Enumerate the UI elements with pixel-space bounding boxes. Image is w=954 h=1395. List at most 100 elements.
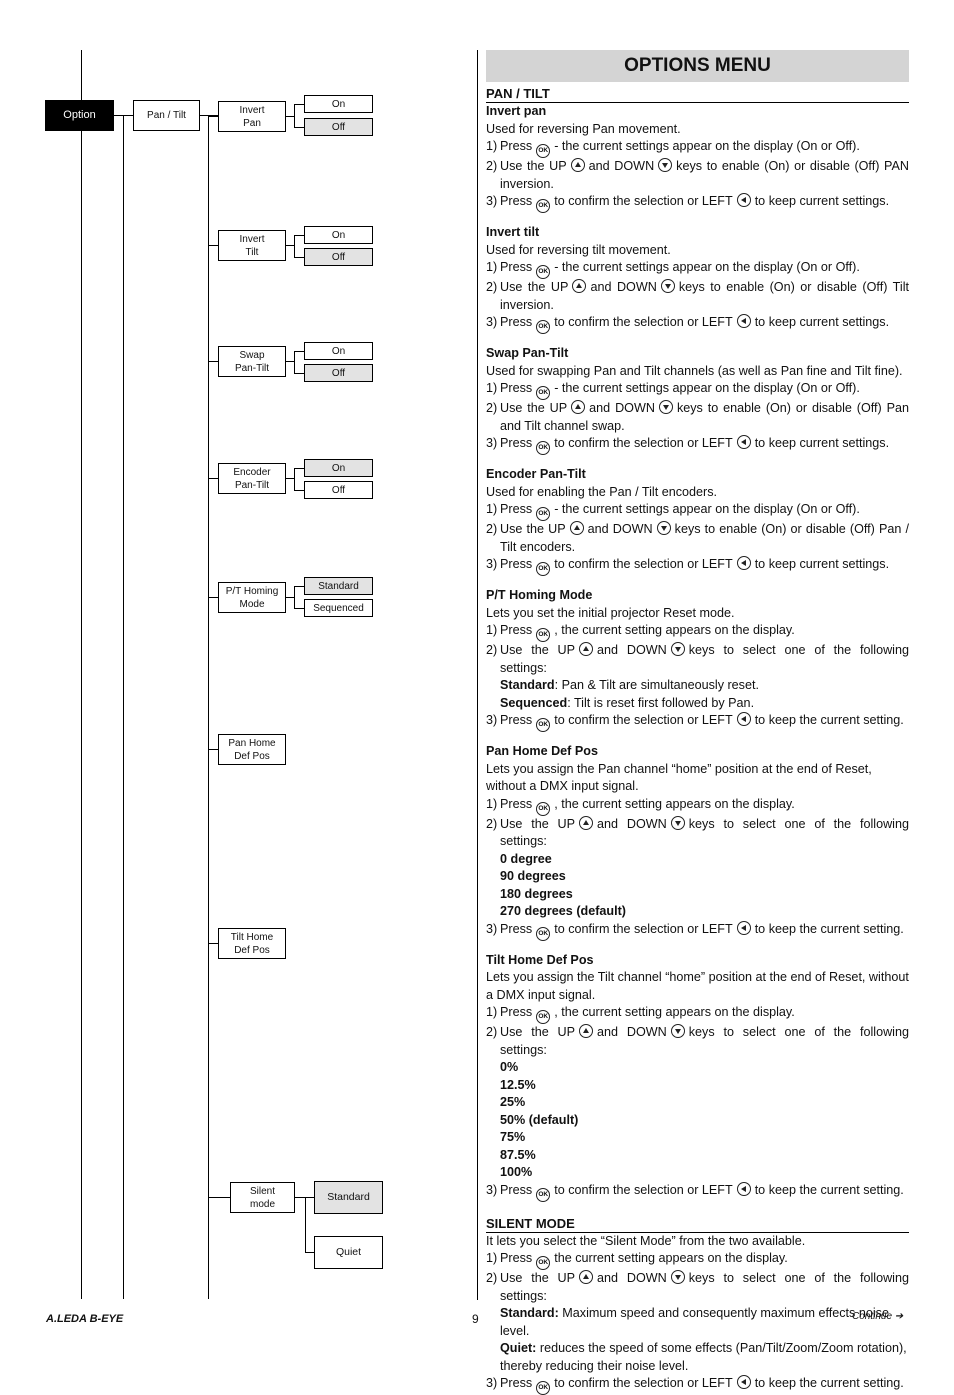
down-key-icon [656,521,671,535]
item-intro: Lets you set the initial projector Reset… [486,605,735,620]
step-text: Use the UP and DOWN keys to select one of … [500,815,909,848]
step-item: 2) Use the UP and DOWN keys to enable (On) … [486,400,909,435]
menu-node-pan-home-def-pos[interactable]: Pan Home Def Pos [218,734,286,765]
step-item: 1)Press- the current settings appear on … [486,138,909,158]
step-item: 2) Use the UP and DOWN keys to enable (On) … [486,158,909,193]
option-line: Quiet: reduces the speed of some effects… [500,1341,907,1373]
page-number: 9 [472,1312,479,1326]
ok-key-icon [536,718,551,732]
step-number: 2) [486,1025,498,1039]
step-item: 2) Use the UP and DOWN keys to select one o… [486,815,909,851]
menu-option-on[interactable]: On [304,95,373,113]
option-line: 12.5% [500,1077,536,1092]
step-item: 3)Pressto confirm the selection or LEFTt… [486,435,909,455]
step-number: 3) [486,1182,498,1197]
option-line: Standard: Maximum speed and consequently… [500,1306,889,1338]
step-number: 3) [486,713,498,727]
menu-option-on[interactable]: On [304,459,373,477]
option-root-node[interactable]: Option [45,100,114,131]
step-number: 1) [486,381,498,395]
menu-node-silent-mode[interactable]: Silent mode [230,1182,295,1213]
step-text: Pressto confirm the selection or LEFTto … [500,712,909,732]
step-item: 2) Use the UP and DOWN keys to enable (On) … [486,279,909,314]
ok-key-icon [536,441,551,455]
doc-block-tilthome: Tilt Home Def Pos Lets you assign the Til… [486,952,909,1202]
menu-option-off[interactable]: Off [304,481,373,499]
option-line: 180 degrees [500,886,573,901]
ok-key-icon [536,628,551,642]
tree-line [123,115,124,1299]
tree-line [294,235,295,258]
pan-tilt-node[interactable]: Pan / Tilt [133,100,200,131]
tree-line [294,373,304,374]
menu-option-sequenced[interactable]: Sequenced [304,599,373,617]
menu-node-swap-pan-tilt[interactable]: Swap Pan-Tilt [218,346,286,377]
step-number: 3) [486,315,498,329]
ok-key-icon [536,320,551,334]
step-text: Use the UP and DOWN keys to enable (On) or… [500,158,909,191]
tree-line [81,50,82,100]
step-item: 1)Pressthe current setting appears on th… [486,1250,909,1270]
tree-line [286,597,294,598]
step-item: 1)Press, the current setting appears on … [486,622,909,642]
tree-line [294,586,295,609]
menu-node-encoder-pan-tilt[interactable]: Encoder Pan-Tilt [218,463,286,494]
up-key-icon [569,521,584,535]
up-key-icon [570,158,585,172]
menu-node-tilt-home-def-pos[interactable]: Tilt Home Def Pos [218,928,286,959]
menu-option-quiet[interactable]: Quiet [314,1236,383,1269]
option-line: 25% [500,1095,526,1109]
left-key-icon [736,435,751,449]
option-line: 0 degree [500,851,552,866]
left-key-icon [736,556,751,570]
option-line: Standard: Pan & Tilt are simultaneously … [500,678,759,692]
ok-key-icon [536,1381,551,1395]
ok-key-icon [536,265,551,279]
item-intro: Used for reversing Pan movement. [486,121,681,136]
menu-option-standard[interactable]: Standard [304,577,373,595]
tree-line [81,131,82,1299]
down-key-icon [670,815,685,830]
step-text: Use the UP and DOWN keys to select one of … [500,642,909,675]
option-label: On [331,98,346,110]
down-key-icon [670,1270,685,1284]
item-intro: Lets you assign the Tilt channel “home” … [486,970,909,1002]
ok-key-icon [536,1187,551,1202]
menu-node-p-t-homing-mode[interactable]: P/T Homing Mode [218,582,286,613]
option-label: Standard [318,580,359,592]
node-label: Option [63,109,96,121]
up-key-icon [572,279,587,293]
step-item: 3)Pressto confirm the selection or LEFTt… [486,712,909,732]
menu-node-invert-pan[interactable]: Invert Pan [218,101,286,132]
step-number: 2) [486,159,498,173]
doc-block-swap: Swap Pan-Tilt Used for swapping Pan and T… [486,345,909,455]
step-text: Press- the current settings appear on th… [500,380,909,400]
menu-option-off[interactable]: Off [304,248,373,266]
menu-option-off[interactable]: Off [304,118,373,136]
step-item: 2) Use the UP and DOWN keys to select one o… [486,1024,909,1059]
tree-line [286,116,294,117]
down-key-icon [660,279,675,293]
menu-node-invert-tilt[interactable]: Invert Tilt [218,230,286,261]
menu-option-off[interactable]: Off [304,364,373,382]
step-text: Press, the current setting appears on th… [500,622,909,642]
option-label: On [331,462,346,474]
tree-line [294,257,304,258]
menu-option-on[interactable]: On [304,226,373,244]
step-text: Use the UP and DOWN keys to enable (On) or… [500,521,909,554]
tree-line [294,468,295,491]
left-key-icon [736,1375,751,1389]
up-key-icon [579,1270,594,1284]
left-key-icon [736,712,751,726]
option-line: 50% (default) [500,1112,579,1127]
tree-line [208,943,218,944]
doc-block-homing: P/T Homing Mode Lets you set the initial … [486,587,909,732]
step-text: Pressto confirm the selection or LEFTto … [500,193,909,213]
step-number: 2) [486,401,498,415]
doc-block-invert-pan: Invert pan Used for reversing Pan movemen… [486,103,909,213]
menu-option-standard[interactable]: Standard [314,1181,383,1214]
menu-option-on[interactable]: On [304,342,373,360]
step-item: 3)Pressto confirm the selection or LEFTt… [486,920,909,941]
step-item: 2) Use the UP and DOWN keys to select one o… [486,1270,909,1305]
